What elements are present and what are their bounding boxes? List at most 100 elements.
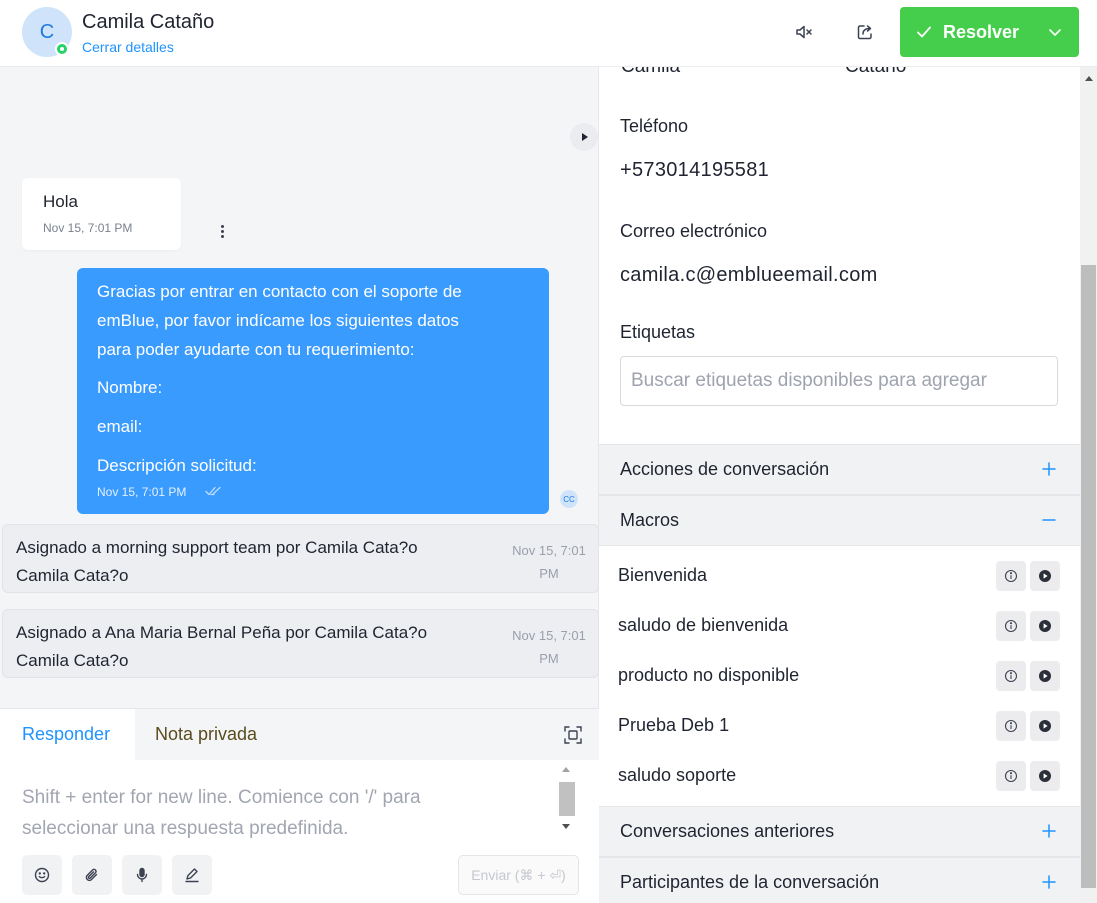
activity-time: Nov 15, 7:01 PM	[507, 539, 591, 585]
plus-icon	[1042, 824, 1056, 838]
placeholder-line: Shift + enter for new line. Comience con…	[22, 787, 421, 808]
message-text-line: para poder ayudarte con tu requerimiento…	[97, 340, 415, 359]
activity-time-line: Nov 15, 7:01	[512, 543, 586, 558]
message-text-line: email:	[97, 417, 143, 436]
resolve-label: Resolver	[943, 21, 1020, 42]
send-button[interactable]: Enviar (⌘ + ⏎)	[458, 855, 579, 895]
activity-text: Asignado a Ana Maria Bernal Peña por Cam…	[16, 619, 486, 675]
volume-mute-icon[interactable]	[790, 18, 818, 46]
macro-label: saludo de bienvenida	[618, 615, 789, 635]
avatar-initial: C	[39, 20, 55, 43]
activity-line: Camila Cata?o	[16, 651, 129, 670]
activity-time: Nov 15, 7:01 PM	[507, 624, 591, 670]
email-value: camila.c@emblueemail.com	[620, 264, 878, 286]
signature-icon	[185, 868, 199, 883]
email-label: Correo electrónico	[620, 221, 768, 241]
info-icon[interactable]	[996, 761, 1026, 791]
activity-time-line: PM	[539, 651, 559, 666]
panel-scrollbar-thumb[interactable]	[1081, 265, 1096, 888]
macro-item: saludo de bienvenida	[599, 602, 1080, 652]
tags-label: Etiquetas	[620, 322, 696, 342]
emoji-button[interactable]	[22, 855, 62, 895]
plus-icon	[1042, 462, 1056, 476]
info-icon[interactable]	[996, 561, 1026, 591]
outgoing-message: Gracias por entrar en contacto con el so…	[77, 268, 549, 514]
agent-initials: CC	[563, 494, 575, 504]
activity-message: Asignado a Ana Maria Bernal Peña por Cam…	[2, 609, 599, 678]
reply-box: Responder Nota privada Shift + enter for…	[0, 708, 599, 903]
activity-line: Asignado a Ana Maria Bernal Peña por Cam…	[16, 623, 428, 642]
message-text: Hola	[43, 192, 78, 211]
macro-label: saludo soporte	[618, 765, 737, 785]
more-options-icon[interactable]	[215, 222, 229, 240]
emoji-icon	[34, 867, 50, 883]
message-text-line: Descripción solicitud:	[97, 456, 257, 475]
share-icon[interactable]	[851, 18, 879, 46]
contact-last-name: Cataño	[845, 67, 906, 78]
play-icon[interactable]	[1030, 611, 1060, 641]
check-icon	[914, 22, 934, 42]
microphone-icon	[136, 867, 148, 883]
record-audio-button[interactable]	[122, 855, 162, 895]
close-details-link[interactable]: Cerrar detalles	[82, 39, 174, 55]
agent-avatar: CC	[560, 490, 578, 508]
scroll-down-arrow[interactable]	[561, 823, 571, 831]
attach-file-button[interactable]	[72, 855, 112, 895]
play-icon[interactable]	[1030, 561, 1060, 591]
whatsapp-icon	[55, 42, 69, 56]
phone-value: +573014195581	[620, 159, 770, 181]
play-icon[interactable]	[1030, 711, 1060, 741]
contact-details-panel: Camila Cataño Teléfono +573014195581 Cor…	[599, 67, 1080, 903]
macro-item: Prueba Deb 1	[599, 702, 1080, 752]
macro-item: saludo soporte	[599, 752, 1080, 802]
play-icon[interactable]	[1030, 661, 1060, 691]
macro-label: Prueba Deb 1	[618, 715, 730, 735]
phone-label: Teléfono	[620, 116, 689, 136]
play-icon[interactable]	[1030, 761, 1060, 791]
minus-icon	[1042, 519, 1056, 521]
macro-item: producto no disponible	[599, 652, 1080, 702]
reply-scrollbar-thumb[interactable]	[559, 782, 575, 816]
tags-search-input[interactable]	[620, 356, 1058, 406]
section-previous-conversations[interactable]: Conversaciones anteriores	[599, 806, 1080, 857]
message-text-line: Gracias por entrar en contacto con el so…	[97, 282, 462, 301]
activity-message: Asignado a morning support team por Cami…	[2, 524, 599, 593]
section-label: Acciones de conversación	[620, 459, 830, 479]
message-text-line: Nombre:	[97, 378, 163, 397]
tab-reply[interactable]: Responder	[0, 709, 135, 760]
section-participants[interactable]: Participantes de la conversación	[599, 857, 1080, 903]
macro-item: Bienvenida	[599, 552, 1080, 602]
plus-icon	[1042, 875, 1056, 889]
scroll-up-arrow[interactable]	[1084, 74, 1094, 82]
conversation-header: C Camila Cataño Cerrar detalles Resolver	[0, 0, 1097, 67]
tab-private-note[interactable]: Nota privada	[155, 724, 257, 745]
scroll-up-arrow[interactable]	[561, 765, 571, 773]
message-time: Nov 15, 7:01 PM	[97, 485, 187, 499]
resolve-button[interactable]: Resolver	[900, 7, 1079, 57]
section-label: Participantes de la conversación	[620, 872, 880, 892]
activity-time-line: PM	[539, 566, 559, 581]
info-icon[interactable]	[996, 711, 1026, 741]
read-receipt-icon	[205, 486, 221, 496]
activity-text: Asignado a morning support team por Cami…	[16, 534, 486, 590]
section-conversation-actions[interactable]: Acciones de conversación	[599, 444, 1080, 495]
reply-tabs: Responder Nota privada	[0, 709, 599, 760]
activity-line: Camila Cata?o	[16, 566, 129, 585]
section-label: Conversaciones anteriores	[620, 821, 835, 841]
signature-button[interactable]	[172, 855, 212, 895]
placeholder-line: seleccionar una respuesta predefinida.	[22, 818, 349, 839]
chevron-down-icon[interactable]	[1045, 22, 1065, 42]
contact-name: Camila Cataño	[82, 11, 215, 33]
message-time: Nov 15, 7:01 PM	[43, 221, 133, 235]
reply-input[interactable]: Shift + enter for new line. Comience con…	[22, 782, 542, 844]
toggle-sidebar-button[interactable]	[570, 123, 598, 151]
info-icon[interactable]	[996, 661, 1026, 691]
attachment-icon	[85, 868, 98, 882]
contact-first-name: Camila	[621, 67, 680, 78]
info-icon[interactable]	[996, 611, 1026, 641]
section-label: Macros	[620, 510, 680, 530]
expand-icon[interactable]	[563, 725, 583, 745]
macro-label: Bienvenida	[618, 565, 708, 585]
message-text-line: emBlue, por favor indícame los siguiente…	[97, 311, 459, 330]
section-macros[interactable]: Macros	[599, 495, 1080, 546]
